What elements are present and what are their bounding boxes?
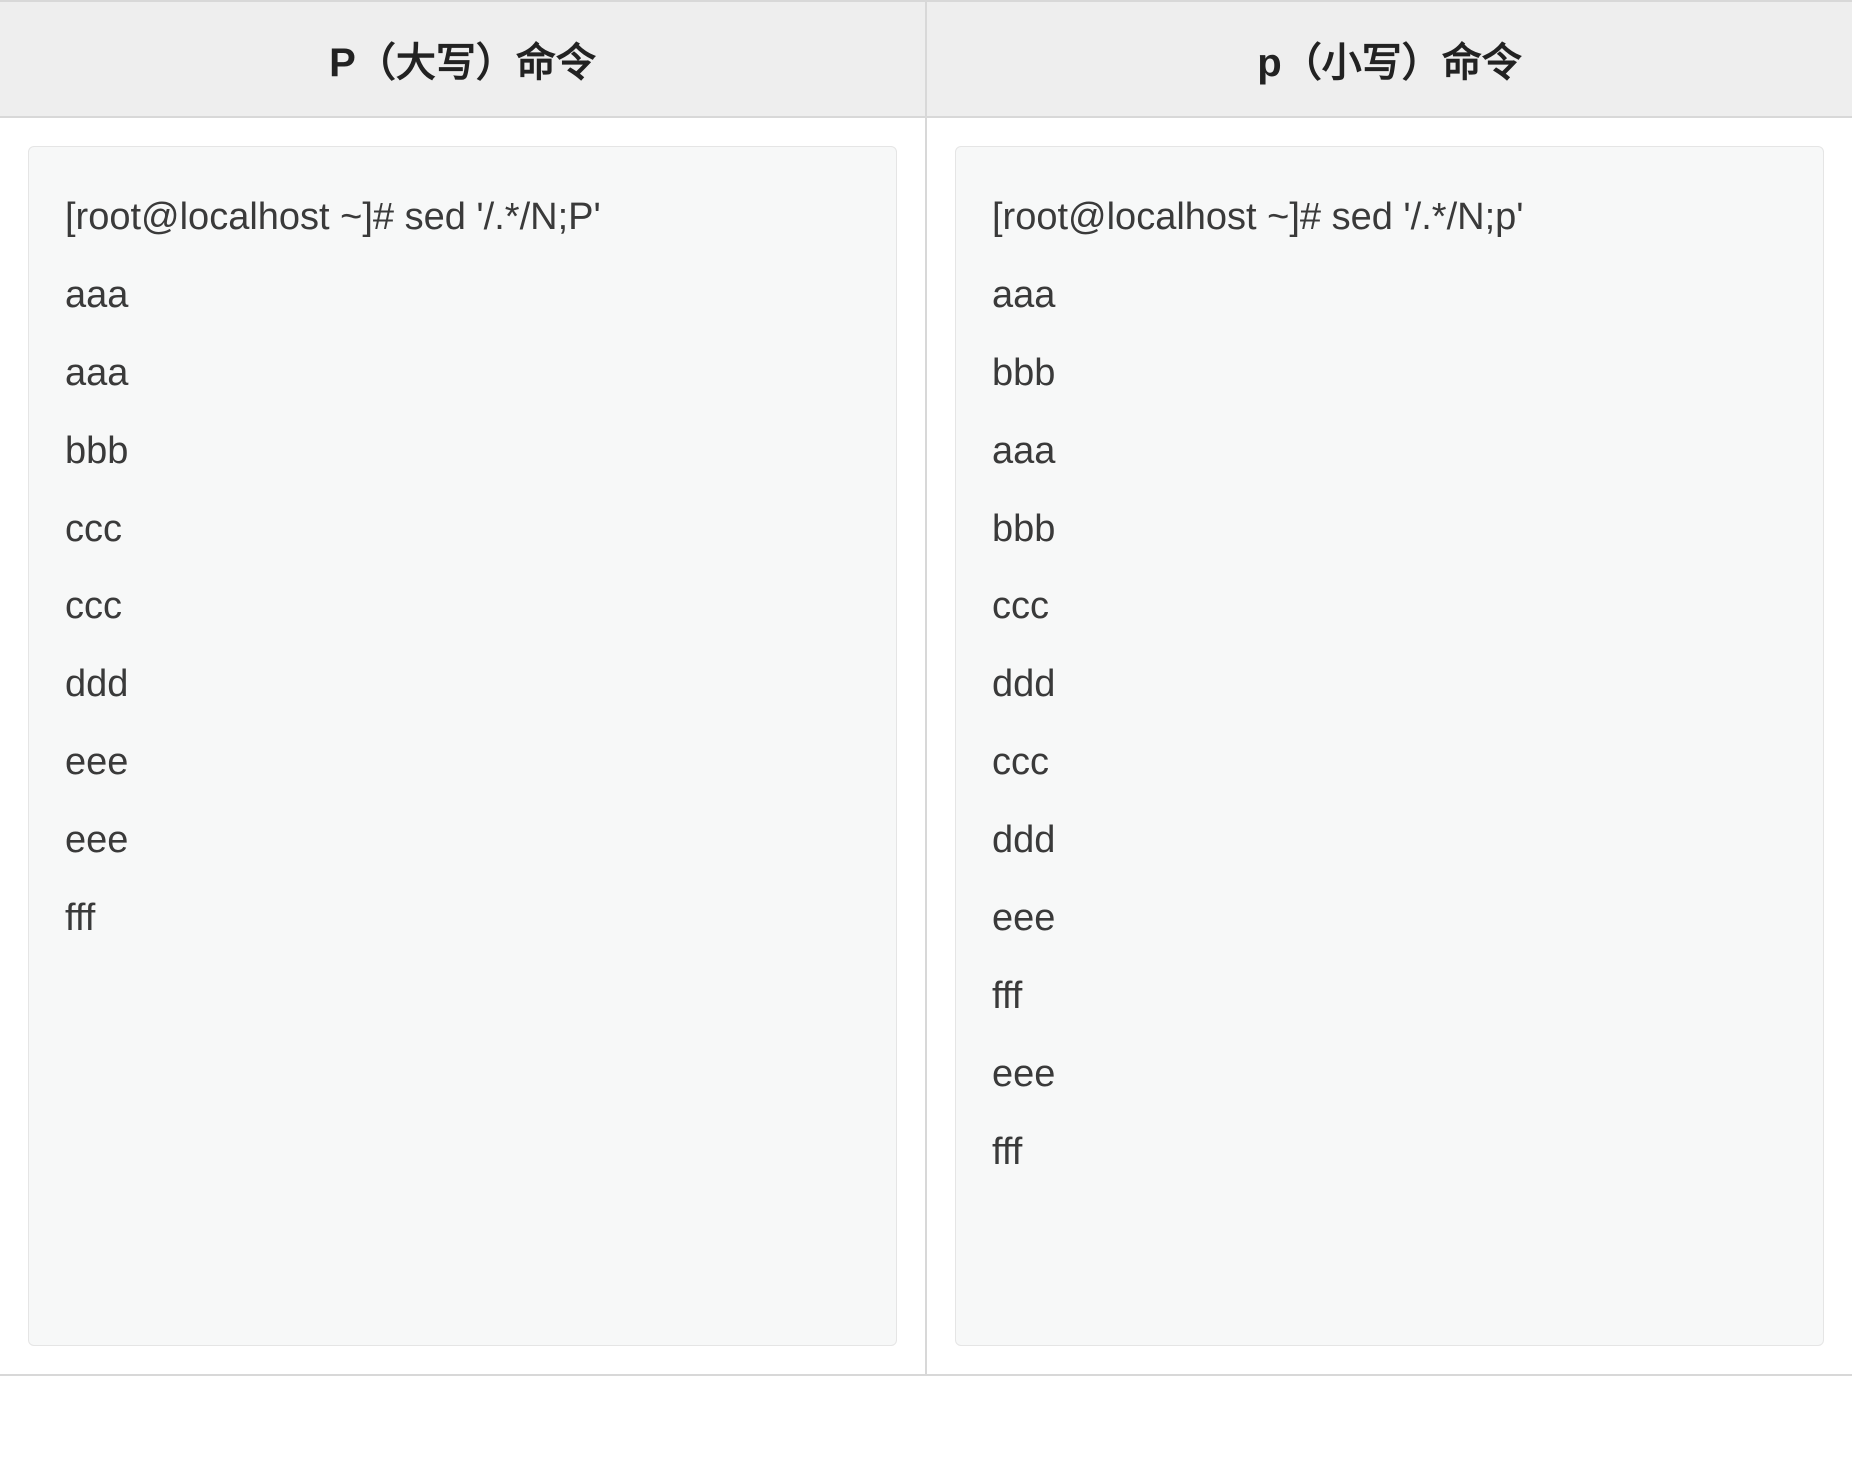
code-line: fff: [65, 880, 860, 958]
code-line: bbb: [992, 491, 1787, 569]
code-line: aaa: [992, 413, 1787, 491]
code-line: fff: [992, 958, 1787, 1036]
table-cell-right: [root@localhost ~]# sed '/.*/N;p' aaa bb…: [926, 117, 1852, 1375]
code-line: [root@localhost ~]# sed '/.*/N;p': [992, 179, 1787, 257]
code-line: bbb: [65, 413, 860, 491]
code-line: eee: [65, 724, 860, 802]
table-row: [root@localhost ~]# sed '/.*/N;P' aaa aa…: [0, 117, 1852, 1375]
code-line: aaa: [65, 257, 860, 335]
code-line: bbb: [992, 335, 1787, 413]
code-line: ddd: [992, 646, 1787, 724]
code-line: fff: [992, 1114, 1787, 1192]
code-line: eee: [992, 1036, 1787, 1114]
code-line: ddd: [65, 646, 860, 724]
code-line: ddd: [992, 802, 1787, 880]
code-block-lowercase-p: [root@localhost ~]# sed '/.*/N;p' aaa bb…: [955, 146, 1824, 1346]
code-line: ccc: [65, 491, 860, 569]
code-line: eee: [992, 880, 1787, 958]
table-header-right: p（小写）命令: [926, 1, 1852, 117]
code-line: eee: [65, 802, 860, 880]
table-header-left: P（大写）命令: [0, 1, 926, 117]
code-line: ccc: [992, 724, 1787, 802]
table-cell-left: [root@localhost ~]# sed '/.*/N;P' aaa aa…: [0, 117, 926, 1375]
code-line: [root@localhost ~]# sed '/.*/N;P': [65, 179, 860, 257]
code-block-uppercase-p: [root@localhost ~]# sed '/.*/N;P' aaa aa…: [28, 146, 897, 1346]
code-line: aaa: [992, 257, 1787, 335]
code-line: ccc: [992, 568, 1787, 646]
comparison-table: P（大写）命令 p（小写）命令 [root@localhost ~]# sed …: [0, 0, 1852, 1376]
code-line: aaa: [65, 335, 860, 413]
code-line: ccc: [65, 568, 860, 646]
